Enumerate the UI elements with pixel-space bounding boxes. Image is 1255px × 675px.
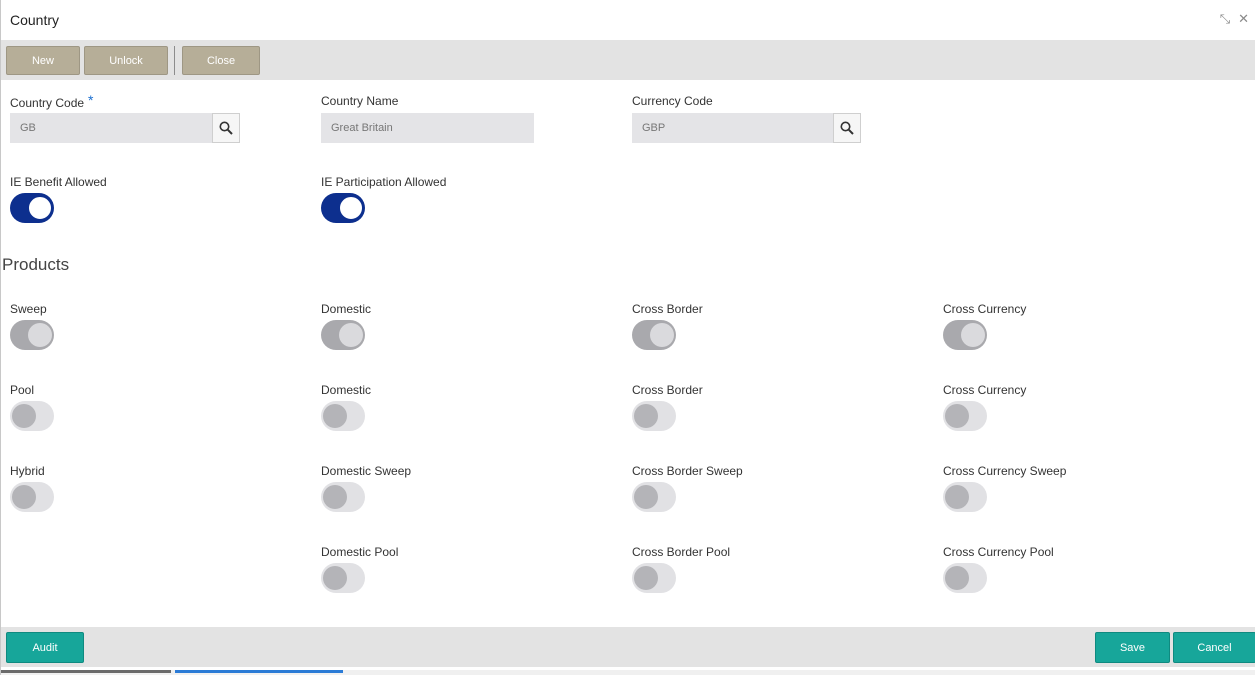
hybrid-domestic-sweep-label: Domestic Sweep <box>321 464 412 478</box>
footer-bar: Audit Save Cancel <box>1 627 1255 667</box>
ie-participation-toggle[interactable] <box>321 193 365 223</box>
hybrid-toggle[interactable] <box>10 482 54 512</box>
pool-toggle[interactable] <box>10 401 54 431</box>
toolbar: New Unlock Close <box>1 40 1255 80</box>
hybrid-cross-currency-sweep-toggle[interactable] <box>943 482 987 512</box>
sweep-domestic-toggle[interactable] <box>321 320 365 350</box>
currency-code-input[interactable]: GBP <box>632 113 833 143</box>
toggle-knob <box>339 323 363 347</box>
toggle-knob <box>634 566 658 590</box>
unlock-button[interactable]: Unlock <box>84 46 168 75</box>
ie-benefit-label: IE Benefit Allowed <box>10 175 107 189</box>
sweep-cross-border-label: Cross Border <box>632 302 703 316</box>
taskbar-segment-active <box>175 670 343 673</box>
hybrid-cross-border-sweep-toggle[interactable] <box>632 482 676 512</box>
pool-label: Pool <box>10 383 35 397</box>
ie-participation-label: IE Participation Allowed <box>321 175 447 189</box>
currency-code-lookup-button[interactable] <box>833 113 861 143</box>
country-code-label-text: Country Code <box>10 96 85 110</box>
toggle-knob <box>323 404 347 428</box>
sweep-cross-currency-label: Cross Currency <box>943 302 1027 316</box>
country-name-label: Country Name <box>321 94 399 108</box>
currency-code-label: Currency Code <box>632 94 713 108</box>
hybrid-cross-currency-pool-toggle[interactable] <box>943 563 987 593</box>
country-code-input[interactable]: GB <box>10 113 212 143</box>
toggle-knob <box>634 404 658 428</box>
country-code-lookup-button[interactable] <box>212 113 240 143</box>
title-bar: Country ⤡ ✕ <box>1 0 1255 40</box>
toggle-knob <box>323 566 347 590</box>
taskbar-segment <box>1 670 171 673</box>
save-button[interactable]: Save <box>1095 632 1170 663</box>
close-button[interactable]: Close <box>182 46 260 75</box>
country-name-field[interactable]: Great Britain <box>321 113 534 143</box>
pool-domestic-toggle[interactable] <box>321 401 365 431</box>
toggle-knob <box>28 196 52 220</box>
sweep-cross-border-toggle[interactable] <box>632 320 676 350</box>
window-title: Country <box>10 12 60 28</box>
toggle-knob <box>961 323 985 347</box>
hybrid-label: Hybrid <box>10 464 45 478</box>
toggle-knob <box>650 323 674 347</box>
hybrid-domestic-pool-toggle[interactable] <box>321 563 365 593</box>
pool-domestic-label: Domestic <box>321 383 372 397</box>
toggle-knob <box>323 485 347 509</box>
toggle-knob <box>12 404 36 428</box>
pool-cross-currency-label: Cross Currency <box>943 383 1027 397</box>
minimize-icon[interactable]: ⤡ <box>1220 12 1230 26</box>
hybrid-cross-border-sweep-label: Cross Border Sweep <box>632 464 743 478</box>
products-heading: Products <box>2 255 70 274</box>
ie-benefit-toggle[interactable] <box>10 193 54 223</box>
hybrid-cross-currency-pool-label: Cross Currency Pool <box>943 545 1054 559</box>
hybrid-domestic-sweep-toggle[interactable] <box>321 482 365 512</box>
new-button[interactable]: New <box>6 46 80 75</box>
country-code-label: Country Code * <box>10 92 94 110</box>
window-controls: ⤡ ✕ <box>1220 12 1249 26</box>
country-window: Country ⤡ ✕ New Unlock Close Country Cod… <box>0 0 1255 675</box>
sweep-domestic-label: Domestic <box>321 302 372 316</box>
toggle-knob <box>12 485 36 509</box>
pool-cross-currency-toggle[interactable] <box>943 401 987 431</box>
toggle-knob <box>945 485 969 509</box>
toolbar-divider <box>174 46 175 75</box>
toggle-knob <box>28 323 52 347</box>
audit-button[interactable]: Audit <box>6 632 84 663</box>
pool-cross-border-label: Cross Border <box>632 383 703 397</box>
toggle-knob <box>945 404 969 428</box>
hybrid-cross-border-pool-toggle[interactable] <box>632 563 676 593</box>
required-mark: * <box>88 92 94 108</box>
toggle-knob <box>634 485 658 509</box>
hybrid-cross-border-pool-label: Cross Border Pool <box>632 545 731 559</box>
toggle-knob <box>339 196 363 220</box>
bottom-strip <box>1 670 1255 675</box>
sweep-toggle[interactable] <box>10 320 54 350</box>
hybrid-cross-currency-sweep-label: Cross Currency Sweep <box>943 464 1067 478</box>
pool-cross-border-toggle[interactable] <box>632 401 676 431</box>
hybrid-domestic-pool-label: Domestic Pool <box>321 545 399 559</box>
close-icon[interactable]: ✕ <box>1238 12 1249 26</box>
search-icon <box>219 121 233 135</box>
sweep-label: Sweep <box>10 302 47 316</box>
toggle-knob <box>945 566 969 590</box>
search-icon <box>840 121 854 135</box>
sweep-cross-currency-toggle[interactable] <box>943 320 987 350</box>
cancel-button[interactable]: Cancel <box>1173 632 1255 663</box>
